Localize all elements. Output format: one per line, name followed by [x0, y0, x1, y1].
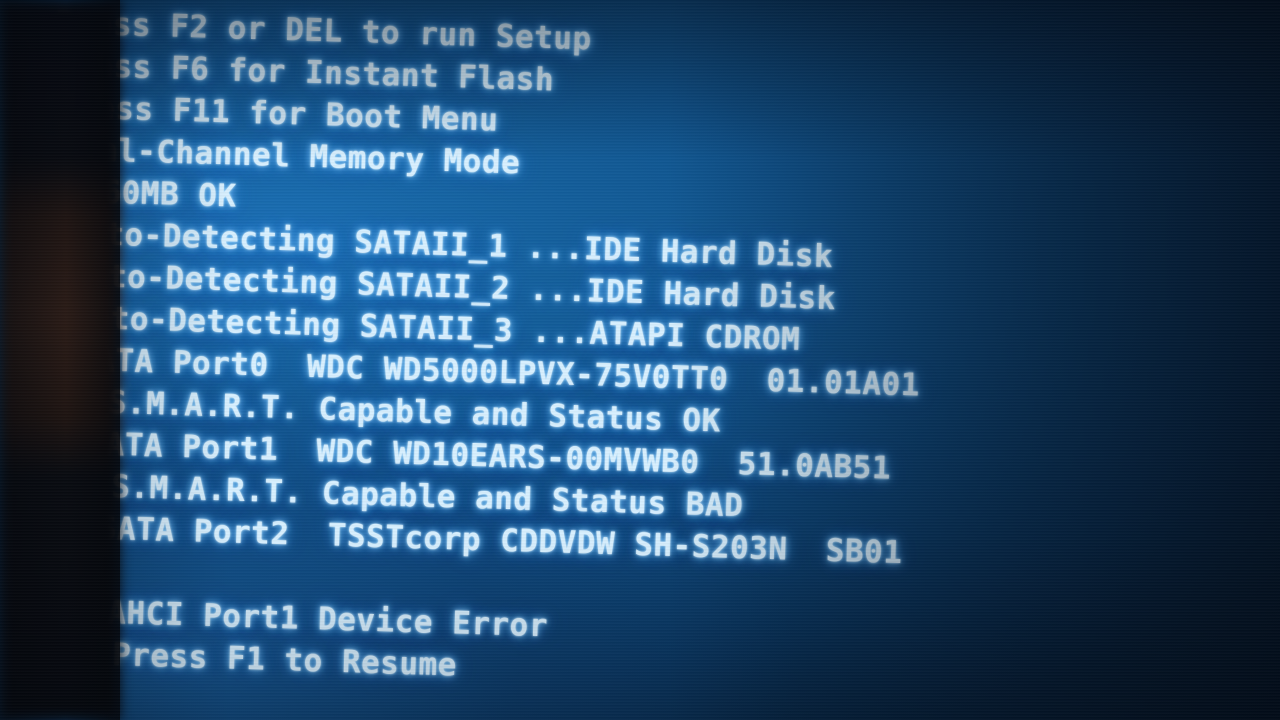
room-shadow-mask [0, 0, 120, 720]
monitor-photograph: Press F2 or DEL to run Setup Press F6 for… [0, 0, 1280, 720]
post-text-block: Press F2 or DEL to run Setup Press F6 for… [35, 2, 1280, 712]
